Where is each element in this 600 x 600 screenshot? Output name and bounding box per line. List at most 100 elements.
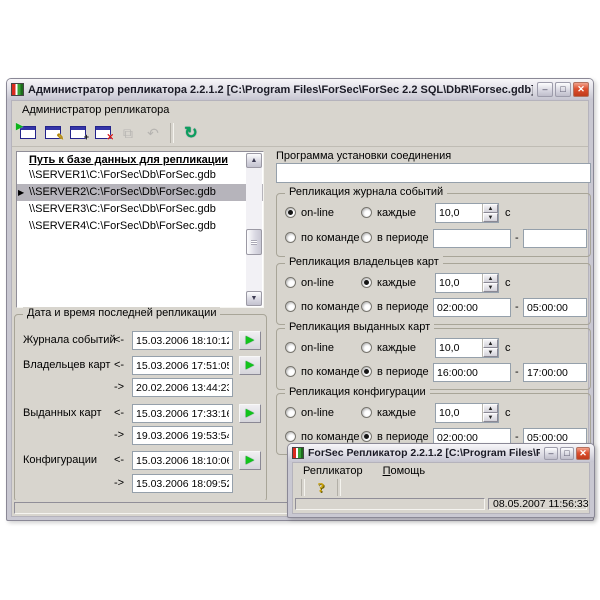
period-to-input[interactable]	[523, 298, 587, 317]
play-icon: ▶	[246, 360, 254, 371]
db-list-item[interactable]: ▶ \\SERVER2\C:\ForSec\Db\ForSec.gdb	[17, 184, 263, 201]
db-list-item[interactable]: ▶ \\SERVER3\C:\ForSec\Db\ForSec.gdb	[17, 201, 263, 218]
spin-down-icon[interactable]: ▼	[483, 413, 498, 422]
last-replication-datetime[interactable]	[132, 404, 233, 423]
period-to-input[interactable]	[523, 363, 587, 382]
last-replication-row: Выданных карт <- ▶	[15, 404, 266, 424]
radio-circle[interactable]	[361, 431, 372, 442]
radio-online[interactable]: on-line	[285, 277, 334, 289]
menu-replicator[interactable]: Репликатор	[299, 464, 367, 478]
radio-every[interactable]: каждые	[361, 342, 416, 354]
radio-circle[interactable]	[285, 431, 296, 442]
radio-circle[interactable]	[285, 207, 296, 218]
radio-circle[interactable]	[285, 366, 296, 377]
radio-circle[interactable]	[361, 301, 372, 312]
last-replication-datetime[interactable]	[132, 474, 233, 493]
period-from-input[interactable]	[433, 363, 511, 382]
toolbar-copy-button[interactable]: ⧉	[116, 121, 140, 144]
radio-circle[interactable]	[285, 301, 296, 312]
toolbar-undo-button[interactable]: ↶	[141, 121, 165, 144]
radio-circle[interactable]	[285, 342, 296, 353]
last-replication-datetime[interactable]	[132, 426, 233, 445]
radio-in-period[interactable]: в периоде	[361, 232, 429, 244]
radio-circle[interactable]	[361, 366, 372, 377]
radio-by-command[interactable]: по команде	[285, 431, 359, 443]
radio-in-period[interactable]: в периоде	[361, 301, 429, 313]
radio-online[interactable]: on-line	[285, 207, 334, 219]
last-replication-datetime[interactable]	[132, 451, 233, 470]
interval-spinner[interactable]: ▲▼	[435, 338, 499, 358]
close-button[interactable]: ✕	[573, 82, 589, 97]
radio-in-period[interactable]: в периоде	[361, 431, 429, 443]
scrollbar-thumb[interactable]	[246, 229, 262, 255]
play-icon: ▶	[246, 408, 254, 419]
spin-up-icon[interactable]: ▲	[483, 204, 498, 213]
radio-by-command[interactable]: по команде	[285, 232, 359, 244]
replicate-now-button[interactable]: ▶	[239, 404, 261, 423]
toolbar-replication-delete-button[interactable]: ✕	[91, 121, 115, 144]
radio-circle[interactable]	[361, 232, 372, 243]
replication-group-card-owners: Репликация владельцев карт on-line кажды…	[276, 263, 591, 325]
replicate-now-button[interactable]: ▶	[239, 451, 261, 470]
interval-value[interactable]	[436, 339, 482, 357]
radio-every[interactable]: каждые	[361, 277, 416, 289]
radio-every[interactable]: каждые	[361, 407, 416, 419]
last-replication-datetime[interactable]	[132, 356, 233, 375]
toolbar-replication-run-button[interactable]: ▶	[16, 121, 40, 144]
radio-online[interactable]: on-line	[285, 342, 334, 354]
minimize-button[interactable]: –	[544, 447, 558, 460]
last-replication-group: Дата и время последней репликации Журнал…	[14, 314, 267, 502]
maximize-button[interactable]: □	[555, 82, 571, 97]
spin-up-icon[interactable]: ▲	[483, 339, 498, 348]
main-titlebar[interactable]: Администратор репликатора 2.2.1.2 [C:\Pr…	[7, 79, 593, 100]
interval-value[interactable]	[436, 274, 482, 292]
db-path-list[interactable]: Путь к базе данных для репликации ▶ \\SE…	[16, 151, 264, 308]
toolbar-replication-add-button[interactable]: +	[66, 121, 90, 144]
radio-circle[interactable]	[361, 207, 372, 218]
radio-circle[interactable]	[285, 407, 296, 418]
spin-down-icon[interactable]: ▼	[483, 213, 498, 222]
toolbar-replication-edit-button[interactable]: ✎	[41, 121, 65, 144]
radio-circle[interactable]	[285, 232, 296, 243]
radio-circle[interactable]	[361, 277, 372, 288]
radio-in-period[interactable]: в периоде	[361, 366, 429, 378]
radio-every[interactable]: каждые	[361, 207, 416, 219]
radio-by-command[interactable]: по команде	[285, 366, 359, 378]
list-scrollbar[interactable]: ▲ ▼	[246, 153, 262, 306]
radio-circle[interactable]	[361, 342, 372, 353]
menu-administrator[interactable]: Администратор репликатора	[18, 103, 173, 117]
radio-circle[interactable]	[285, 277, 296, 288]
spin-up-icon[interactable]: ▲	[483, 274, 498, 283]
radio-online[interactable]: on-line	[285, 407, 334, 419]
interval-spinner[interactable]: ▲▼	[435, 273, 499, 293]
radio-circle[interactable]	[361, 407, 372, 418]
scroll-down-icon[interactable]: ▼	[246, 291, 262, 306]
radio-by-command[interactable]: по команде	[285, 301, 359, 313]
period-from-input[interactable]	[433, 229, 511, 248]
replicate-now-button[interactable]: ▶	[239, 356, 261, 375]
spin-up-icon[interactable]: ▲	[483, 404, 498, 413]
menu-help[interactable]: Помощь	[379, 464, 430, 478]
last-replication-datetime[interactable]	[132, 331, 233, 350]
maximize-button[interactable]: □	[560, 447, 574, 460]
spin-down-icon[interactable]: ▼	[483, 283, 498, 292]
replicate-now-button[interactable]: ▶	[239, 331, 261, 350]
toolbar-refresh-button[interactable]: ↻	[179, 121, 203, 144]
connection-program-input[interactable]	[276, 163, 591, 183]
period-from-input[interactable]	[433, 298, 511, 317]
last-replication-datetime[interactable]	[132, 378, 233, 397]
interval-value[interactable]	[436, 204, 482, 222]
interval-spinner[interactable]: ▲▼	[435, 403, 499, 423]
period-to-input[interactable]	[523, 229, 587, 248]
last-replication-row: Журнала событий <- ▶	[15, 331, 266, 351]
scroll-up-icon[interactable]: ▲	[246, 153, 262, 168]
minimize-button[interactable]: –	[537, 82, 553, 97]
interval-spinner[interactable]: ▲▼	[435, 203, 499, 223]
close-button[interactable]: ✕	[576, 447, 590, 460]
interval-value[interactable]	[436, 404, 482, 422]
spin-down-icon[interactable]: ▼	[483, 348, 498, 357]
db-list-item[interactable]: ▶ \\SERVER4\C:\ForSec\Db\ForSec.gdb	[17, 218, 263, 235]
replicator-titlebar[interactable]: ForSec Репликатор 2.2.1.2 [C:\Program Fi…	[288, 444, 594, 462]
db-list-item[interactable]: ▶ \\SERVER1\C:\ForSec\Db\ForSec.gdb	[17, 167, 263, 184]
seconds-label: с	[505, 277, 511, 289]
